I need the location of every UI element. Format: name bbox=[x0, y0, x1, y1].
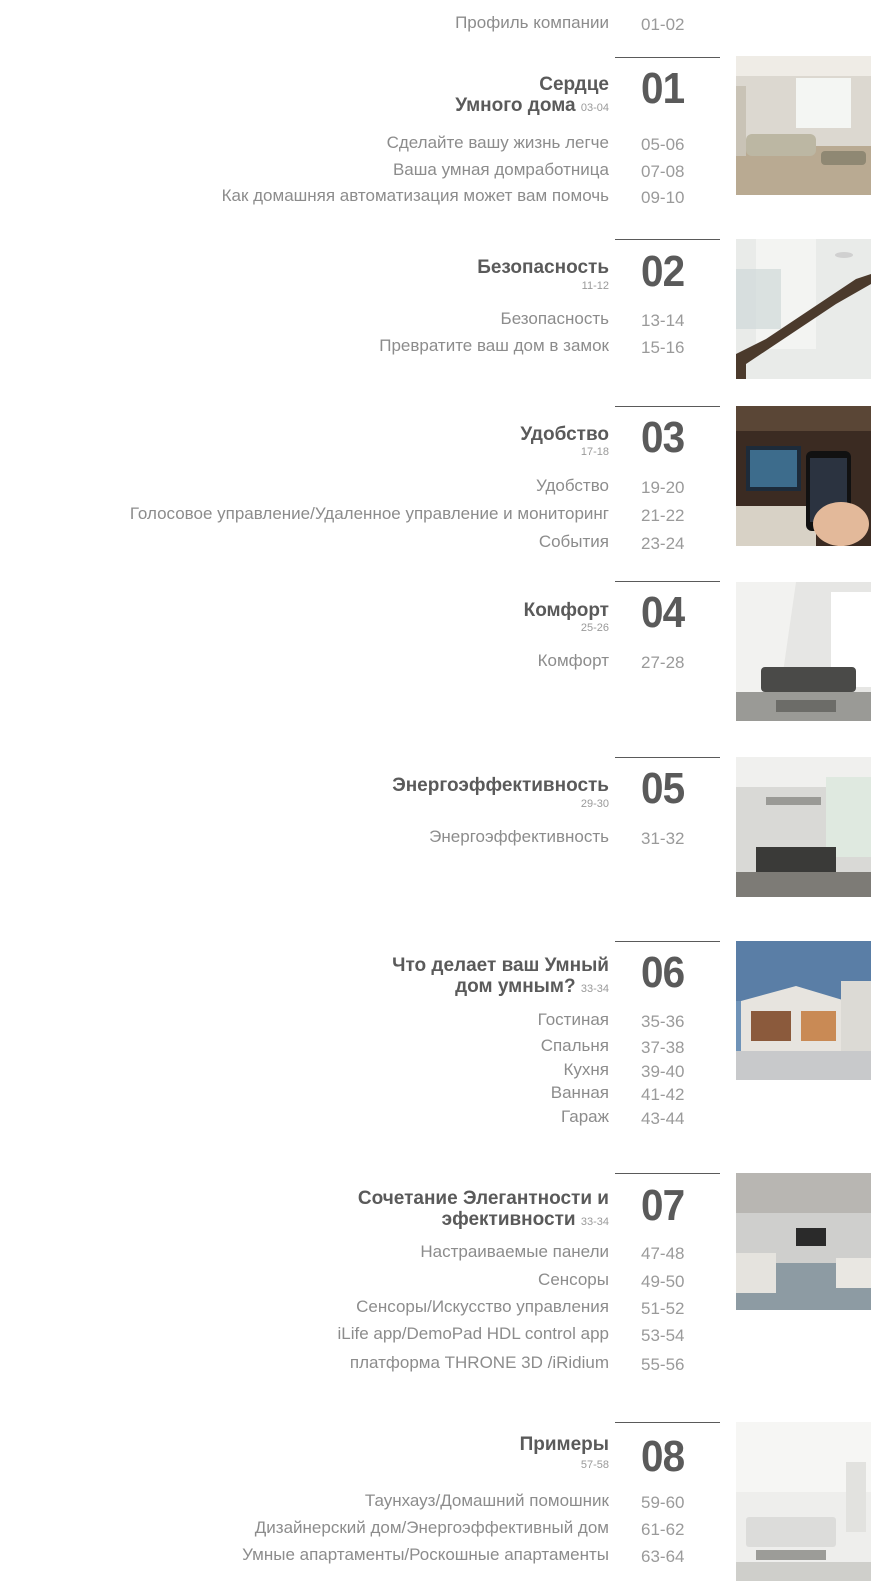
section-title-pages: 33-34 bbox=[580, 983, 609, 995]
toc-item[interactable]: Превратите ваш дом в замок bbox=[379, 336, 609, 356]
section-title-pages: 17-18 bbox=[580, 446, 609, 458]
toc-item[interactable]: платформа THRONE 3D /iRidium bbox=[350, 1353, 609, 1373]
section-number: 06 bbox=[641, 948, 685, 997]
toc-item[interactable]: Ваша умная домработница bbox=[393, 160, 609, 180]
toc-item-pages: 49-50 bbox=[641, 1272, 685, 1291]
staircase-photo bbox=[736, 239, 871, 379]
toc-item-pages: 15-16 bbox=[641, 338, 685, 357]
section-title[interactable]: Удобство bbox=[520, 424, 609, 445]
kitchen-photo bbox=[736, 757, 871, 897]
toc-item-pages: 47-48 bbox=[641, 1244, 685, 1263]
toc-item-pages: 39-40 bbox=[641, 1062, 685, 1081]
toc-item[interactable]: Сделайте вашу жизнь легче bbox=[387, 133, 609, 153]
section-title[interactable]: Комфорт bbox=[524, 600, 609, 621]
section-number: 03 bbox=[641, 413, 685, 462]
toc-item[interactable]: Ванная bbox=[551, 1083, 609, 1103]
section-title[interactable]: Примеры bbox=[520, 1434, 609, 1455]
toc-item-pages: 35-36 bbox=[641, 1012, 685, 1031]
section-number: 01 bbox=[641, 64, 685, 113]
toc-item[interactable]: Гостиная bbox=[538, 1010, 609, 1030]
section-title[interactable]: Сердце Умного дома 03-04 bbox=[455, 74, 609, 119]
modern-house-photo bbox=[736, 941, 871, 1080]
section-divider bbox=[615, 239, 720, 240]
section-title-pages: 33-34 bbox=[580, 1216, 609, 1228]
toc-item-pages: 23-24 bbox=[641, 534, 685, 553]
profile-label[interactable]: Профиль компании bbox=[455, 13, 609, 33]
toc-item-pages: 59-60 bbox=[641, 1493, 685, 1512]
toc-item-pages: 53-54 bbox=[641, 1326, 685, 1345]
toc-item-pages: 05-06 bbox=[641, 135, 685, 154]
section-title-pages: 29-30 bbox=[580, 798, 609, 810]
section-title[interactable]: Безопасность bbox=[477, 257, 609, 278]
toc-item[interactable]: Удобство bbox=[536, 476, 609, 496]
section-number: 04 bbox=[641, 588, 685, 637]
section-title-pages: 03-04 bbox=[580, 102, 609, 114]
section-divider bbox=[615, 581, 720, 582]
toc-item-pages: 13-14 bbox=[641, 311, 685, 330]
toc-item[interactable]: Сенсоры/Искусство управления bbox=[356, 1297, 609, 1317]
toc-item[interactable]: События bbox=[539, 532, 609, 552]
section-title[interactable]: Энергоэффективность bbox=[392, 775, 609, 796]
section-number: 05 bbox=[641, 764, 685, 813]
profile-pages: 01-02 bbox=[641, 15, 685, 34]
section-number: 08 bbox=[641, 1432, 685, 1481]
section-title-pages: 11-12 bbox=[581, 280, 609, 292]
living-room-photo bbox=[736, 56, 871, 195]
section-number: 07 bbox=[641, 1181, 685, 1230]
toc-item-pages: 51-52 bbox=[641, 1299, 685, 1318]
toc-item-pages: 37-38 bbox=[641, 1038, 685, 1057]
toc-item[interactable]: Как домашняя автоматизация может вам пом… bbox=[222, 186, 609, 206]
section-title-pages: 57-58 bbox=[580, 1459, 609, 1471]
toc-item-pages: 63-64 bbox=[641, 1547, 685, 1566]
toc-item-pages: 27-28 bbox=[641, 653, 685, 672]
toc-item[interactable]: Настраиваемые панели bbox=[420, 1242, 609, 1262]
toc-item[interactable]: Сенсоры bbox=[538, 1270, 609, 1290]
section-title[interactable]: Что делает ваш Умный дом умным? 33-34 bbox=[392, 955, 609, 1000]
toc-item-pages: 43-44 bbox=[641, 1109, 685, 1128]
elegant-living-photo bbox=[736, 1173, 871, 1310]
toc-item[interactable]: Комфорт bbox=[538, 651, 609, 671]
toc-item-pages: 07-08 bbox=[641, 162, 685, 181]
toc-item[interactable]: Дизайнерский дом/Энергоэффективный дом bbox=[255, 1518, 609, 1538]
toc-item[interactable]: Безопасность bbox=[501, 309, 609, 329]
toc-item-pages: 55-56 bbox=[641, 1355, 685, 1374]
section-divider bbox=[615, 406, 720, 407]
toc-item[interactable]: Гараж bbox=[561, 1107, 609, 1127]
toc-item[interactable]: Голосовое управление/Удаленное управлени… bbox=[130, 504, 609, 524]
section-divider bbox=[615, 1173, 720, 1174]
toc-item[interactable]: Кухня bbox=[564, 1060, 610, 1080]
toc-item-pages: 09-10 bbox=[641, 188, 685, 207]
toc-item-pages: 21-22 bbox=[641, 506, 685, 525]
comfort-room-photo bbox=[736, 582, 871, 721]
section-divider bbox=[615, 57, 720, 58]
toc-item-pages: 61-62 bbox=[641, 1520, 685, 1539]
examples-room-photo bbox=[736, 1422, 871, 1581]
toc-item[interactable]: Умные апартаменты/Роскошные апартаменты bbox=[242, 1545, 609, 1565]
toc-item[interactable]: Энергоэффективность bbox=[429, 827, 609, 847]
toc-item-pages: 41-42 bbox=[641, 1085, 685, 1104]
section-divider bbox=[615, 941, 720, 942]
toc-item-pages: 19-20 bbox=[641, 478, 685, 497]
toc-item[interactable]: Таунхауз/Домашний помошник bbox=[365, 1491, 609, 1511]
section-divider bbox=[615, 1422, 720, 1423]
toc-item-pages: 31-32 bbox=[641, 829, 685, 848]
smartphone-control-photo bbox=[736, 406, 871, 546]
section-title-pages: 25-26 bbox=[580, 622, 609, 634]
section-divider bbox=[615, 757, 720, 758]
toc-item[interactable]: Спальня bbox=[541, 1036, 609, 1056]
section-title[interactable]: Сочетание Элегантности и эфективности 33… bbox=[358, 1188, 609, 1233]
section-number: 02 bbox=[641, 247, 685, 296]
toc-item[interactable]: iLife app/DemoPad HDL control app bbox=[337, 1324, 609, 1344]
